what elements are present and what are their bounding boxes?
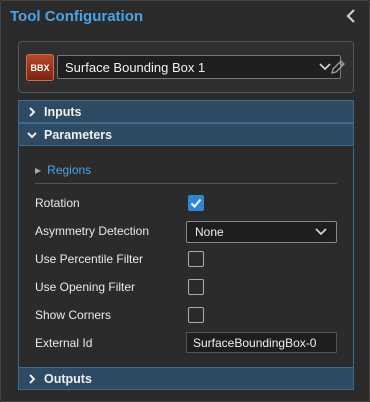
tool-badge: BBX (26, 54, 54, 81)
section-parameters-label: Parameters (44, 127, 113, 142)
asymmetry-detection-value: None (195, 225, 224, 239)
show-corners-label: Show Corners (35, 308, 112, 322)
divider (35, 183, 337, 184)
tool-configuration-panel: Tool Configuration BBX Surface Bounding … (0, 0, 370, 402)
percentile-filter-checkbox[interactable] (188, 251, 204, 267)
section-inputs-label: Inputs (44, 104, 82, 119)
edit-pencil-icon[interactable] (329, 58, 347, 76)
tool-select-value: Surface Bounding Box 1 (65, 59, 206, 75)
regions-expander[interactable]: ▶ Regions (35, 161, 91, 179)
opening-filter-checkbox[interactable] (188, 279, 204, 295)
tool-select-dropdown[interactable]: Surface Bounding Box 1 (57, 55, 341, 79)
asymmetry-detection-label: Asymmetry Detection (35, 224, 150, 238)
rotation-checkbox[interactable] (188, 195, 204, 211)
chevron-left-icon (346, 9, 355, 23)
percentile-filter-label: Use Percentile Filter (35, 252, 144, 266)
rotation-label: Rotation (35, 196, 80, 210)
checkmark-icon (190, 198, 202, 208)
section-outputs-header[interactable]: Outputs (18, 367, 354, 390)
section-outputs-label: Outputs (44, 371, 92, 386)
show-corners-checkbox[interactable] (188, 307, 204, 323)
asymmetry-detection-dropdown[interactable]: None (186, 221, 337, 243)
section-inputs-header[interactable]: Inputs (18, 100, 354, 123)
triangle-right-icon: ▶ (35, 165, 42, 175)
tool-selector-box: BBX Surface Bounding Box 1 (18, 41, 354, 93)
opening-filter-label: Use Opening Filter (35, 280, 136, 294)
external-id-field[interactable]: SurfaceBoundingBox-0 (186, 332, 337, 353)
chevron-down-icon (315, 228, 327, 236)
panel-title: Tool Configuration (10, 8, 144, 25)
chevron-down-icon (27, 131, 37, 138)
collapse-panel-button[interactable] (343, 7, 359, 25)
chevron-right-icon (29, 373, 36, 384)
chevron-right-icon (29, 106, 36, 117)
regions-label: Regions (47, 163, 92, 177)
section-parameters-header[interactable]: Parameters (18, 123, 354, 146)
external-id-value: SurfaceBoundingBox-0 (193, 335, 317, 350)
external-id-label: External Id (35, 336, 93, 350)
